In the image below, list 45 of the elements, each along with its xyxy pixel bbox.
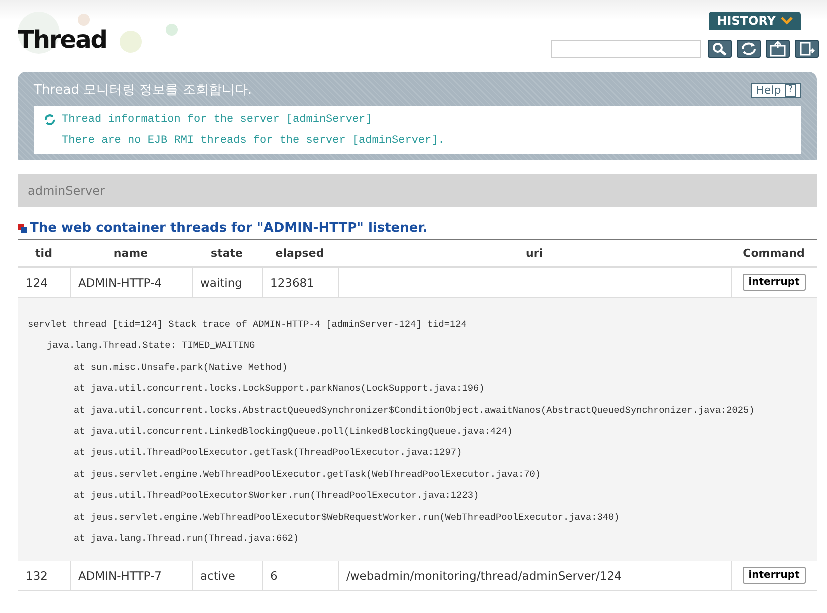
info-message: Thread information for the server [adminServer] (62, 114, 372, 126)
page-title: Thread (18, 26, 107, 56)
panel-title: Thread 모니터링 정보를 조회합니다. (34, 82, 252, 99)
trace-line: java.lang.Thread.State: TIMED_WAITING (46, 339, 256, 354)
server-name: adminServer (28, 184, 105, 198)
refresh-icon (740, 42, 758, 56)
xml-export-button[interactable] (766, 40, 790, 58)
trace-line: servlet thread [tid=124] Stack trace of ADMIN-HTTP-4 [adminServer-124] tid=124 (28, 318, 468, 332)
trace-line: at jeus.servlet.engine.WebThreadPoolExecutor$WebRequestWorker.run(WebThreadPoolExecutor.java:340) (73, 510, 621, 525)
table-cell: 132 (18, 561, 70, 591)
help-icon: ? (785, 84, 796, 96)
section-title: The web container threads for "ADMIN-HTTP" listener. (30, 221, 428, 236)
column-header: elapsed (262, 240, 338, 267)
column-header: tid (18, 240, 70, 267)
help-button[interactable]: Help ? (751, 82, 801, 98)
search-icon (711, 42, 729, 56)
trace-line: at java.util.concurrent.locks.AbstractQueuedSynchronizer$ConditionObject.awaitNanos(AbstractQueuedSynchronizer.java:2025) (73, 404, 756, 418)
trace-line: at sun.misc.Unsafe.park(Native Method) (73, 360, 289, 375)
trace-line: at java.util.concurrent.LinkedBlockingQueue.poll(LinkedBlockingQueue.java:424) (73, 425, 514, 440)
document-arrow-icon (798, 41, 816, 57)
trace-line: at jeus.util.ThreadPoolExecutor$Worker.run(ThreadPoolExecutor.java:1223) (73, 489, 480, 504)
column-header: state (192, 240, 262, 267)
trace-line: at jeus.servlet.engine.WebThreadPoolExecutor.getTask(WebThreadPoolExecutor.java:70) (73, 468, 542, 482)
search-field[interactable] (551, 40, 701, 58)
table-cell: 6 (262, 561, 338, 591)
column-header: name (70, 240, 192, 267)
refresh-button[interactable] (737, 40, 761, 58)
table-cell: /webadmin/monitoring/thread/adminServer/124 (338, 561, 731, 591)
export-button[interactable] (795, 40, 819, 58)
bullet-icon (18, 224, 27, 233)
column-header: Command (731, 240, 817, 267)
xml-document-icon (769, 41, 787, 57)
trace-line: at jeus.util.ThreadPoolExecutor.getTask(ThreadPoolExecutor.java:1297) (73, 446, 464, 460)
table-cell: ADMIN-HTTP-7 (70, 561, 192, 591)
search-button[interactable] (708, 40, 732, 58)
interrupt-button[interactable]: interrupt (742, 567, 806, 584)
table-cell: active (192, 561, 262, 591)
trace-line: at java.util.concurrent.locks.LockSupport.parkNanos(LockSupport.java:196) (73, 382, 486, 396)
column-header: uri (338, 240, 731, 267)
chevron-down-icon (781, 17, 793, 25)
interrupt-button[interactable]: interrupt (742, 274, 806, 291)
trace-line: at java.lang.Thread.run(Thread.java:662) (73, 532, 300, 546)
history-button[interactable]: HISTORY (709, 12, 801, 30)
refresh-icon (44, 114, 56, 126)
info-message: There are no EJB RMI threads for the server [adminServer]. (62, 134, 445, 146)
